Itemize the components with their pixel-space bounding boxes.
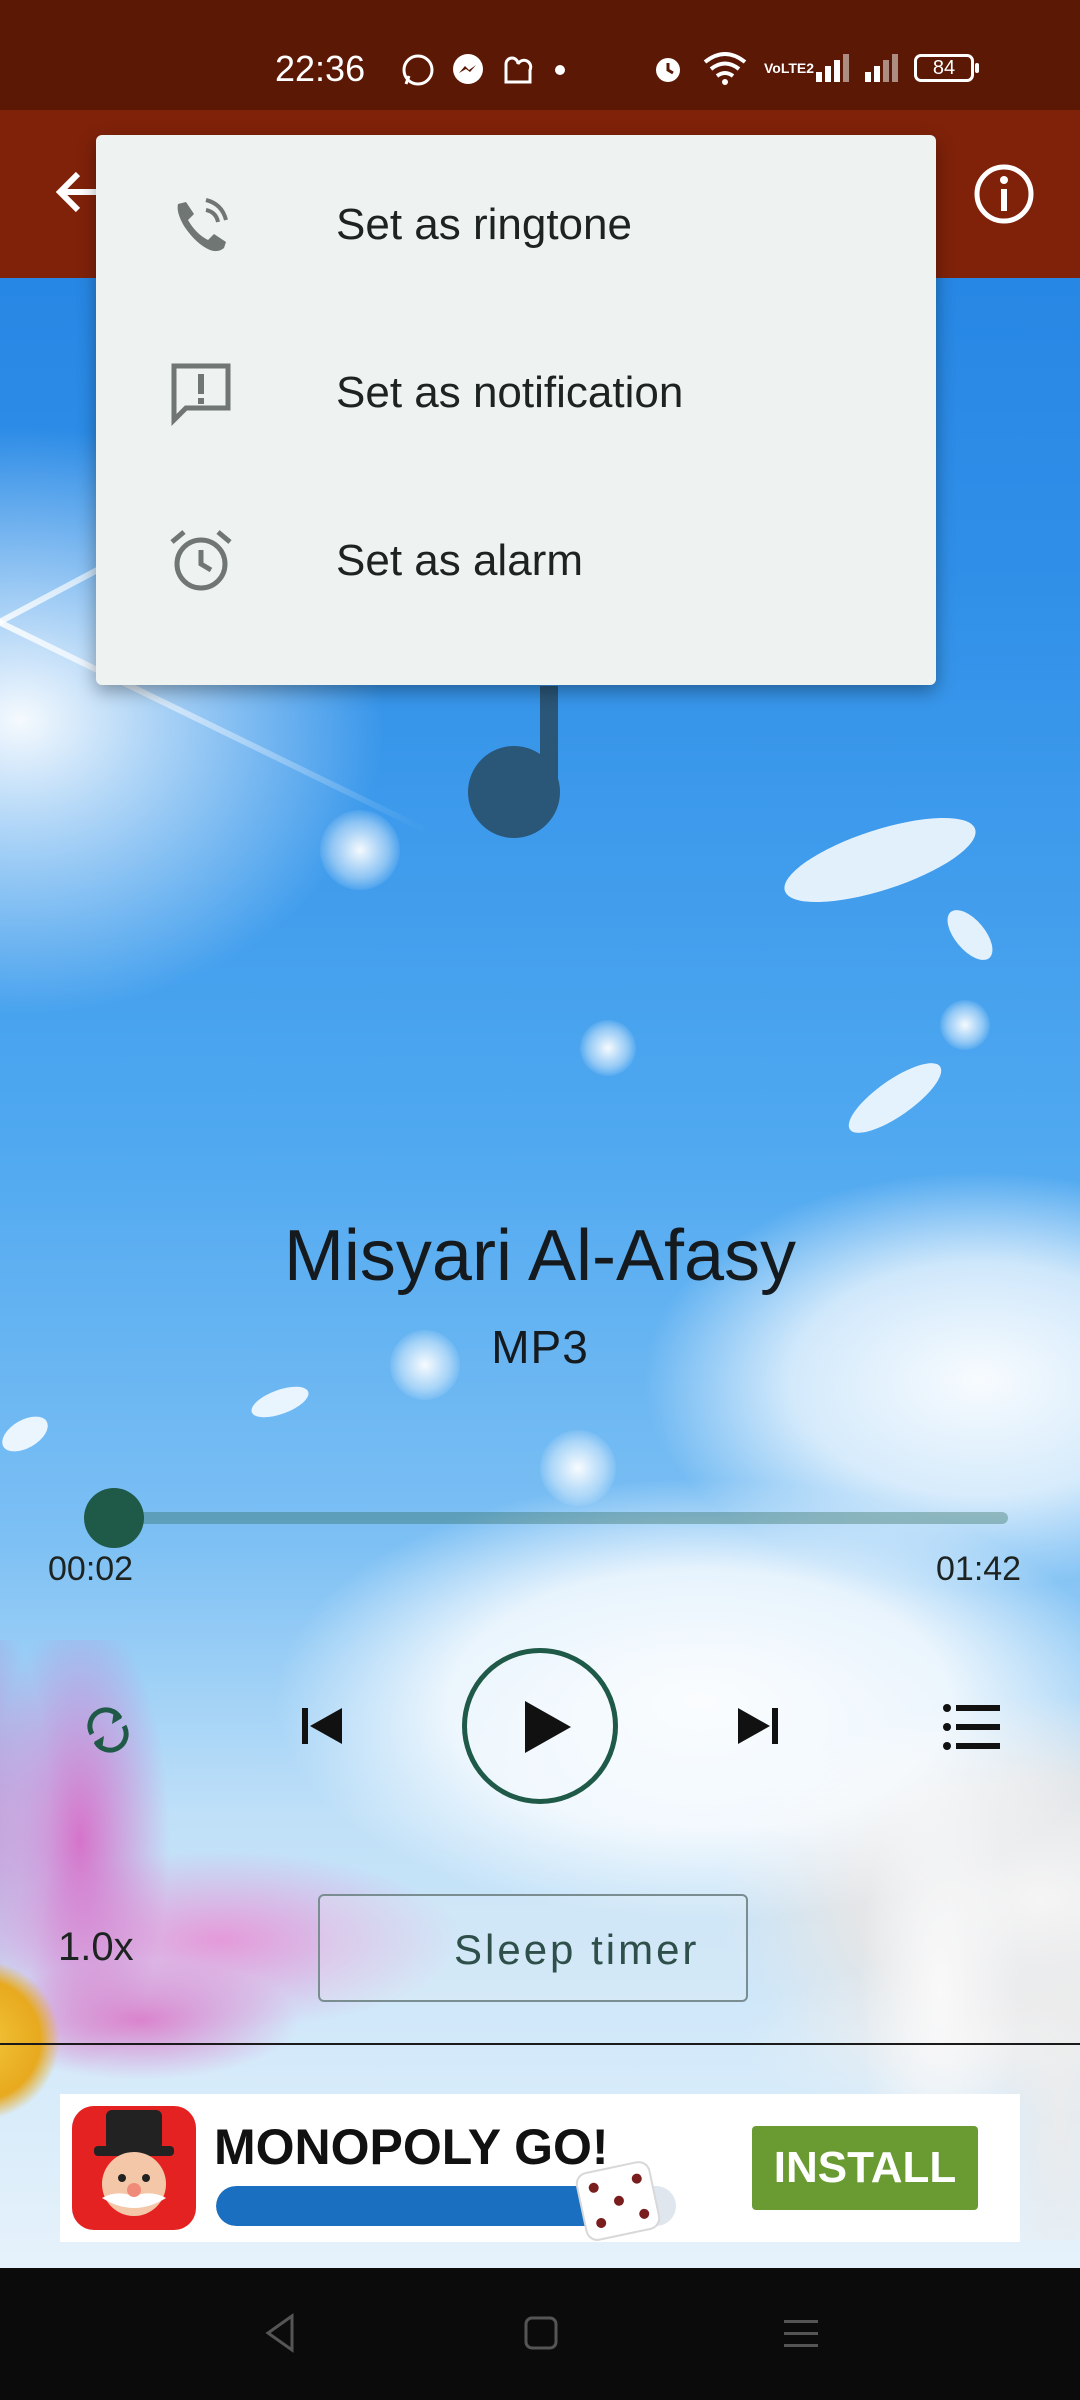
menu-item-label: Set as alarm xyxy=(336,536,583,585)
repeat-icon[interactable] xyxy=(78,1700,138,1760)
messenger-icon xyxy=(453,54,483,84)
floating-petal xyxy=(939,902,1001,968)
floating-petal xyxy=(775,800,985,920)
whatsapp-icon xyxy=(402,54,434,86)
playback-speed[interactable]: 1.0x xyxy=(58,1925,134,1970)
light-orb xyxy=(940,1000,990,1050)
info-icon[interactable] xyxy=(970,160,1038,228)
track-format: MP3 xyxy=(491,1321,589,1373)
seek-thumb[interactable] xyxy=(84,1488,145,1548)
light-orb xyxy=(540,1430,616,1506)
menu-item-ringtone[interactable]: Set as ringtone xyxy=(96,141,936,309)
dice-icon xyxy=(573,2158,663,2244)
signal-strength-icon xyxy=(816,54,849,82)
divider xyxy=(0,2043,1080,2045)
notification-message-icon xyxy=(171,363,231,427)
status-time: 22:36 xyxy=(275,48,366,89)
menu-item-notification[interactable]: Set as notification xyxy=(96,309,936,477)
track-title: Misyari Al-Afasy xyxy=(283,1216,797,1296)
moon-icon xyxy=(396,1924,420,1972)
total-duration: 01:42 xyxy=(936,1550,1022,1588)
floating-petal xyxy=(839,1051,951,1145)
status-bar: 22:36 VoLTE2 84 xyxy=(0,0,1080,110)
playlist-icon[interactable] xyxy=(942,1702,1002,1752)
battery-indicator: 84 xyxy=(914,54,979,82)
install-button[interactable]: INSTALL xyxy=(752,2126,978,2210)
phone-ringing-icon xyxy=(177,198,228,252)
floating-petal xyxy=(247,1380,313,1424)
elapsed-time: 00:02 xyxy=(48,1550,134,1588)
light-orb xyxy=(580,1020,636,1076)
cloud-app-icon xyxy=(504,56,533,84)
seek-bar[interactable] xyxy=(96,1512,1008,1524)
next-track-icon[interactable] xyxy=(732,1700,784,1752)
volte-label: VoLTE2 xyxy=(764,60,815,76)
system-icons: VoLTE2 84 xyxy=(650,50,979,86)
previous-track-icon[interactable] xyxy=(296,1700,348,1752)
ad-title: MONOPOLY GO! xyxy=(214,2119,609,2175)
nav-back-icon[interactable] xyxy=(256,2308,306,2358)
nav-menu-icon[interactable] xyxy=(776,2308,826,2358)
nav-home-icon[interactable] xyxy=(516,2308,566,2358)
ad-banner[interactable]: MONOPOLY GO! INSTALL xyxy=(60,2094,1020,2244)
sleep-timer-label: Sleep timer xyxy=(454,1926,700,1973)
alarm-clock-icon xyxy=(170,530,232,591)
menu-item-label: Set as ringtone xyxy=(336,200,632,249)
screen: 22:36 VoLTE2 84 Set as ringtone Set as n… xyxy=(0,0,1080,2400)
dot-icon xyxy=(555,65,565,75)
menu-item-alarm[interactable]: Set as alarm xyxy=(96,477,936,645)
signal-strength-icon xyxy=(865,54,898,82)
monopoly-go-logo xyxy=(72,2106,196,2230)
mr-monopoly-icon xyxy=(94,2110,174,2216)
set-as-popup-menu: Set as ringtone Set as notification Set … xyxy=(96,135,936,685)
floating-petal xyxy=(0,1409,54,1459)
wifi-icon xyxy=(703,52,747,85)
system-nav-bar xyxy=(0,2268,1080,2400)
play-icon xyxy=(525,1701,571,1753)
ad-progress-fill xyxy=(216,2186,607,2226)
play-button[interactable] xyxy=(462,1648,618,1804)
alarm-status-icon xyxy=(656,58,680,82)
notification-icons xyxy=(400,52,570,88)
sleep-timer-button[interactable]: Sleep timer xyxy=(318,1894,748,2002)
light-orb xyxy=(320,810,400,890)
menu-item-label: Set as notification xyxy=(336,368,684,417)
music-note-icon xyxy=(468,686,560,838)
